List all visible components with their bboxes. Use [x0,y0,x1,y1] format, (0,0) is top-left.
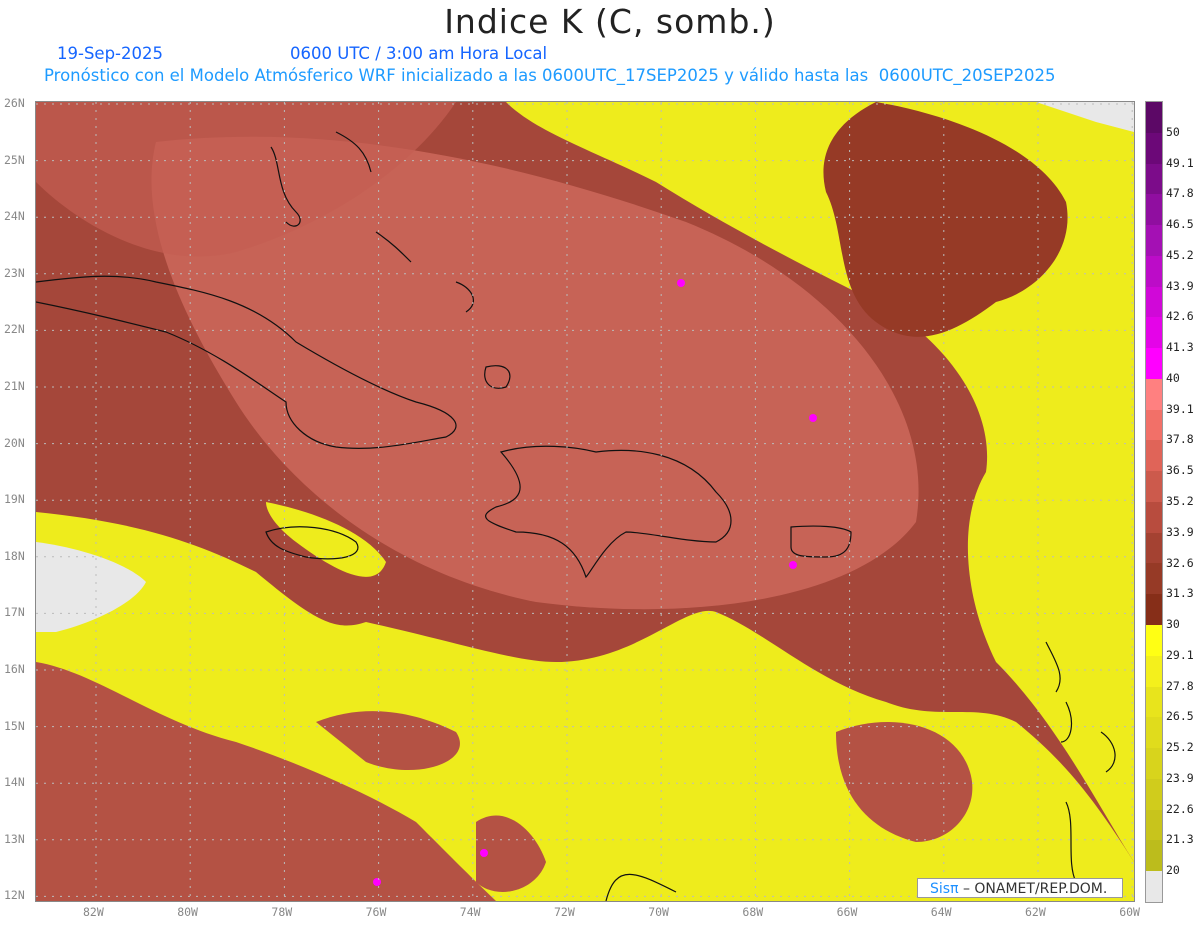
colorbar-cell [1146,809,1162,841]
lat-label: 24N [4,209,25,224]
lat-label: 22N [4,322,25,337]
colorbar-label: 20 [1166,863,1180,878]
colorbar-label: 27.8 [1166,678,1194,693]
colorbar-cell [1146,194,1162,226]
colorbar-cell [1146,655,1162,687]
colorbar-label: 42.6 [1166,309,1194,324]
colorbar-label: 49.1 [1166,155,1194,170]
colorbar-label: 25.2 [1166,740,1194,755]
colorbar-cell [1146,378,1162,410]
colorbar-label: 41.3 [1166,340,1194,355]
lat-label: 26N [4,96,25,110]
lat-label: 21N [4,379,25,393]
colorbar-cell [1146,317,1162,349]
lon-label: 80W [177,905,198,919]
colorbar-label: 39.1 [1166,401,1194,416]
colorbar-label: 30 [1166,617,1180,632]
lat-label: 23N [4,265,25,280]
forecast-date: 19-Sep-2025 [57,44,163,63]
colorbar-cell [1146,501,1162,533]
colorbar-cell [1146,532,1162,564]
colorbar-label: 21.3 [1166,832,1194,847]
lat-label: 17N [4,605,25,620]
lon-label: 70W [648,905,669,919]
lat-label: 12N [4,888,25,903]
colorbar-cell [1146,778,1162,810]
colorbar-label: 36.5 [1166,463,1194,478]
colorbar-cell [1146,717,1162,749]
lon-label: 72W [554,905,575,919]
colorbar-cell [1146,563,1162,595]
lon-label: 76W [365,905,387,919]
lat-label: 25N [4,152,25,167]
colorbar-label: 37.8 [1166,432,1194,447]
colorbar-label: 26.5 [1166,709,1194,724]
lon-label: 68W [742,905,764,919]
colorbar-cell [1146,871,1162,902]
lon-label: 82W [83,905,104,919]
colorbar-label: 35.2 [1166,494,1194,508]
map-field [36,102,1134,901]
colorbar-label: 22.6 [1166,801,1194,816]
lon-label: 62W [1025,905,1046,919]
lon-label: 78W [271,905,293,919]
brand-logo: Sisπ [930,881,959,897]
lat-label: 18N [4,548,25,563]
colorbar-label: 45.2 [1166,247,1194,262]
colorbar-cell [1146,132,1162,164]
colorbar-label: 31.3 [1166,586,1194,601]
map-title: Indice K (C, somb.) [444,2,776,41]
lat-label: 15N [4,718,25,733]
colorbar-cell [1146,440,1162,472]
credit-logo: Sisπ – ONAMET/REP.DOM. [917,878,1123,898]
lat-label: 14N [4,775,25,790]
colorbar-cell [1146,163,1162,195]
colorbar-label: 32.6 [1166,555,1194,570]
colorbar-label: 29.1 [1166,647,1194,662]
lon-label: 74W [459,905,481,919]
colorbar-label: 43.9 [1166,278,1194,293]
colorbar-cell [1146,748,1162,779]
colorbar-cell [1146,255,1162,287]
lon-label: 66W [836,905,858,919]
lat-label: 19N [4,492,25,507]
colorbar-cell [1146,686,1162,718]
credit-text: – ONAMET/REP.DOM. [958,881,1108,897]
lon-label: 64W [930,905,952,919]
colorbar-cell [1146,348,1162,379]
forecast-time: 0600 UTC / 3:00 am Hora Local [290,44,548,63]
forecast-description: Pronóstico con el Modelo Atmósferico WRF… [44,66,1056,85]
colorbar [1145,101,1163,903]
colorbar-cell [1146,409,1162,441]
colorbar-cell [1146,594,1162,626]
lon-label: 60W [1119,905,1140,919]
colorbar-label: 23.9 [1166,770,1194,785]
colorbar-cell [1146,286,1162,318]
k-index-map [35,101,1135,902]
colorbar-cell [1146,625,1162,656]
colorbar-label: 50 [1166,124,1180,139]
colorbar-cell [1146,840,1162,872]
lat-label: 13N [4,831,25,846]
colorbar-cell [1146,471,1162,502]
colorbar-cell [1146,225,1162,256]
colorbar-label: 47.8 [1166,186,1194,201]
colorbar-label: 40 [1166,370,1180,385]
colorbar-label: 33.9 [1166,524,1194,539]
colorbar-cell [1146,102,1162,133]
colorbar-label: 46.5 [1166,217,1194,232]
lat-label: 16N [4,662,25,676]
lat-label: 20N [4,435,25,450]
